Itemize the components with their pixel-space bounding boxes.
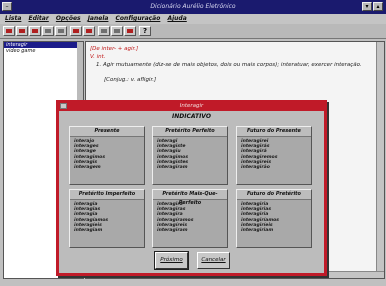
conjugation-note: [Conjug.: v. afligir.]: [104, 77, 157, 83]
tense-panel-mais-que-perfeito: Pretérito Mais-Que-Perfeito interagira i…: [152, 189, 228, 248]
mood-header: INDICATIVO: [172, 113, 211, 120]
toolbar-button-4[interactable]: [42, 26, 54, 36]
menu-lista[interactable]: Lista: [5, 15, 21, 22]
maximize-button[interactable]: ▴: [373, 2, 383, 11]
dialog-title: Interagir: [59, 102, 324, 111]
verb-form: interagem: [74, 165, 101, 171]
verb-form: interagiram: [157, 228, 188, 234]
tense-title: Presente: [70, 127, 144, 137]
tense-panel-preterito-perfeito: Pretérito Perfeito interagi interagiste …: [152, 126, 228, 185]
verb-form: interagiriam: [241, 228, 274, 234]
next-button[interactable]: Próximo: [154, 251, 189, 270]
toolbar-button-6[interactable]: [70, 26, 82, 36]
toolbar-button-10[interactable]: [124, 26, 136, 36]
system-menu-button[interactable]: –: [2, 2, 12, 11]
next-button-label: Próximo: [160, 257, 183, 263]
etymology: [De inter- + agir.]: [90, 46, 139, 52]
help-icon[interactable]: ?: [139, 26, 151, 36]
toolbar-button-2[interactable]: [16, 26, 28, 36]
app-title: Dicionário Aurélio Eletrônico: [0, 0, 386, 14]
tense-panel-futuro-preterito: Futuro do Pretérito interagiria interagi…: [236, 189, 312, 248]
tense-title: Pretérito Mais-Que-Perfeito: [153, 190, 227, 206]
tense-title: Pretérito Imperfeito: [70, 190, 144, 200]
cancel-button[interactable]: Cancelar: [197, 252, 230, 269]
verb-form: interagiam: [74, 228, 103, 234]
menu-ajuda[interactable]: Ajuda: [167, 15, 186, 22]
toolbar-button-3[interactable]: [29, 26, 41, 36]
app-window: Dicionário Aurélio Eletrônico – ▾ ▴ List…: [0, 0, 386, 286]
verb-form: interagiram: [157, 165, 188, 171]
list-item[interactable]: video game: [4, 48, 83, 54]
toolbar-button-5[interactable]: [55, 26, 67, 36]
definition-scrollbar[interactable]: [376, 42, 384, 278]
menu-editar[interactable]: Editar: [28, 15, 48, 22]
part-of-speech: V. int.: [90, 54, 106, 60]
tense-panel-futuro-presente: Futuro do Presente interagirei interagir…: [236, 126, 312, 185]
definition-text: 1. Agir mutuamente (diz-se de mais objet…: [96, 62, 362, 68]
tense-title: Pretérito Perfeito: [153, 127, 227, 137]
dialog-system-menu-button[interactable]: [60, 103, 67, 109]
tense-panel-preterito-imperfeito: Pretérito Imperfeito interagia interagia…: [69, 189, 145, 248]
menu-opcoes[interactable]: Opções: [56, 15, 81, 22]
conjugation-dialog: Interagir INDICATIVO Presente interajo i…: [56, 100, 327, 276]
toolbar-button-1[interactable]: [3, 26, 15, 36]
tense-panel-presente: Presente interajo interages interage int…: [69, 126, 145, 185]
tense-title: Futuro do Presente: [237, 127, 311, 137]
verb-form: interagirão: [241, 165, 270, 171]
tense-title: Futuro do Pretérito: [237, 190, 311, 200]
toolbar: ?: [0, 24, 386, 39]
toolbar-button-8[interactable]: [98, 26, 110, 36]
menu-configuracao[interactable]: Configuração: [116, 15, 161, 22]
minimize-button[interactable]: ▾: [362, 2, 372, 11]
toolbar-button-7[interactable]: [83, 26, 95, 36]
menu-bar: Lista Editar Opções Janela Configuração …: [0, 14, 386, 24]
cancel-button-label: Cancelar: [201, 257, 226, 263]
dialog-body: INDICATIVO Presente interajo interages i…: [59, 111, 324, 273]
menu-janela[interactable]: Janela: [88, 15, 109, 22]
toolbar-button-9[interactable]: [111, 26, 123, 36]
